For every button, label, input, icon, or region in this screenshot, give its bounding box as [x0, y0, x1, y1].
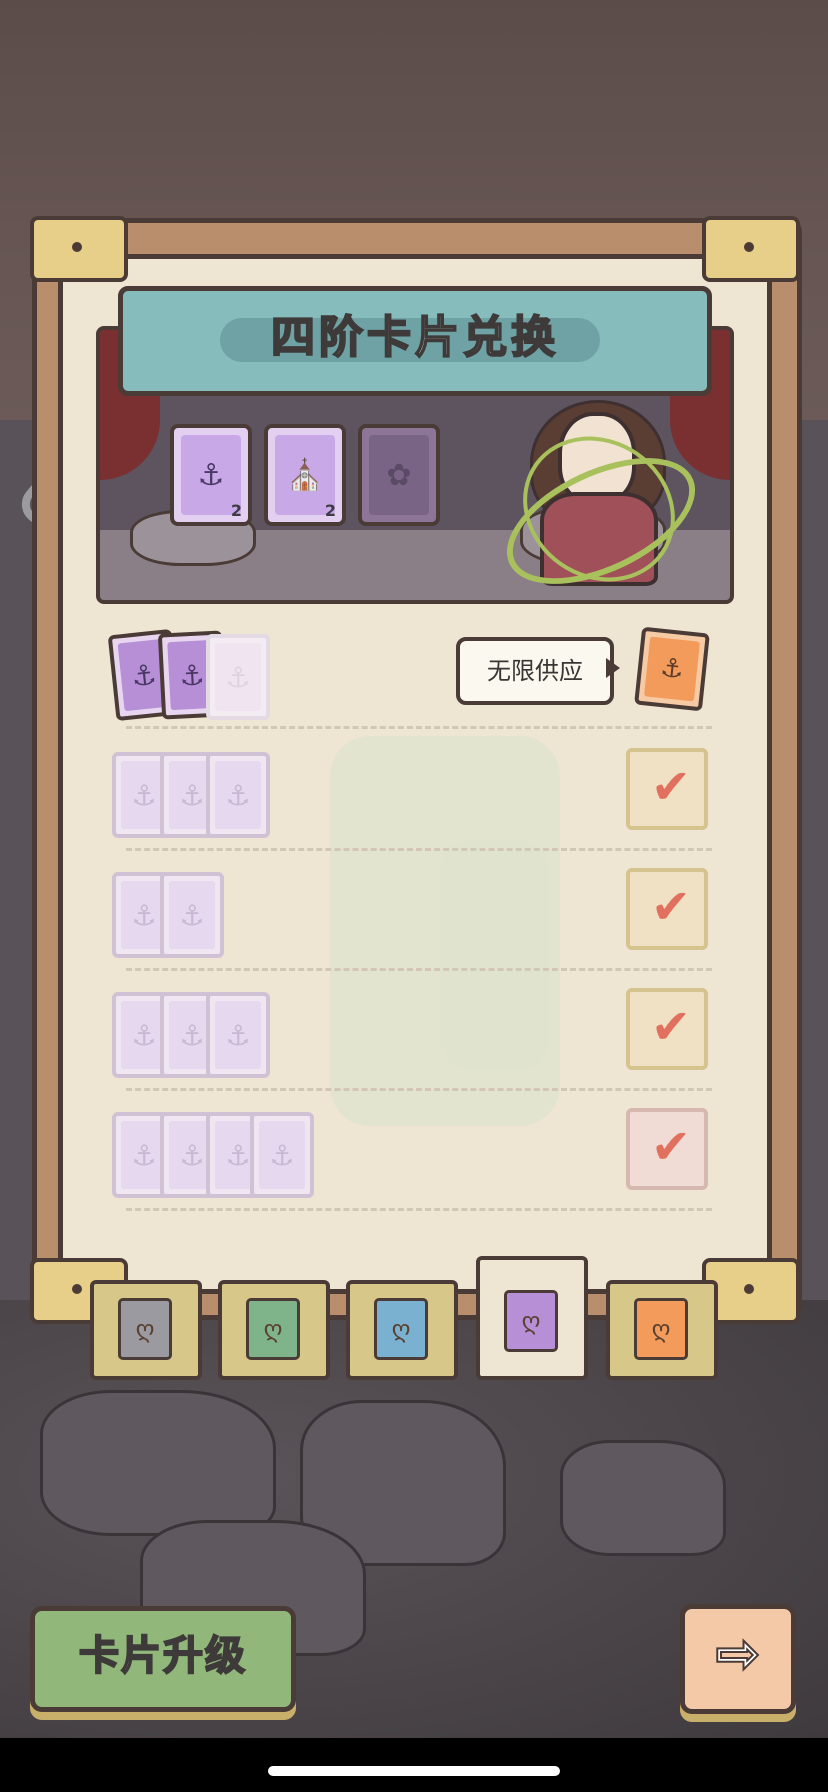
anchor-icon: ⚓: [644, 636, 700, 702]
check-icon: ✔: [650, 1119, 692, 1175]
tab-blue[interactable]: ღ: [346, 1280, 458, 1380]
home-indicator[interactable]: [268, 1766, 560, 1776]
tab-purple[interactable]: ღ: [476, 1256, 588, 1380]
anchor-icon: ⚓: [215, 1001, 261, 1069]
rock: [560, 1440, 726, 1556]
card-tier-icon: ღ: [374, 1298, 428, 1360]
ingredient-count: 2: [324, 501, 336, 520]
arrow-right-icon[interactable]: ⇨: [680, 1604, 796, 1714]
ingredient-card-palace[interactable]: ⛪ 2: [264, 424, 346, 526]
exchange-card: ⚓: [250, 1112, 314, 1198]
card-upgrade-label[interactable]: 卡片升级: [30, 1606, 296, 1712]
ingredient-card-anchor[interactable]: ⚓ 2: [170, 424, 252, 526]
row-divider: [126, 726, 712, 729]
tab-orange[interactable]: ღ: [606, 1280, 718, 1380]
check-icon: ✔: [650, 999, 692, 1055]
claimed-reward[interactable]: ✔: [626, 868, 708, 950]
system-bottom-bar: [0, 1738, 828, 1792]
row-divider: [126, 1208, 712, 1211]
claimed-reward[interactable]: ✔: [626, 988, 708, 1070]
island-map-watermark: [440, 840, 550, 1070]
exchange-card: ⚓: [206, 752, 270, 838]
check-icon: ✔: [650, 759, 692, 815]
anchor-icon: ⚓: [259, 1121, 305, 1189]
reward-card-orange[interactable]: ⚓: [634, 626, 710, 712]
frame-corner: [30, 216, 128, 282]
page-title: 四阶卡片兑换: [270, 311, 559, 364]
check-icon: ✔: [650, 879, 692, 935]
anchor-icon: ⚓: [215, 643, 261, 711]
card-tier-icon: ღ: [504, 1290, 558, 1352]
ingredient-count: 2: [230, 501, 242, 520]
rock: [40, 1390, 276, 1536]
row-divider: [126, 848, 712, 851]
ingredient-card-wreath[interactable]: ✿: [358, 424, 440, 526]
anchor-icon: ⚓: [215, 761, 261, 829]
card-tier-icon: ღ: [118, 1298, 172, 1360]
row-divider: [126, 968, 712, 971]
anchor-icon: ⚓: [169, 881, 215, 949]
exchange-card: ⚓: [160, 872, 224, 958]
exchange-card: ⚓: [206, 992, 270, 1078]
tooltip-tail: [606, 658, 620, 678]
tab-gray[interactable]: ღ: [90, 1280, 202, 1380]
tab-green[interactable]: ღ: [218, 1280, 330, 1380]
claimed-reward[interactable]: ✔: [626, 748, 708, 830]
frame-corner: [702, 216, 800, 282]
hero-character: [480, 400, 715, 611]
claimed-reward[interactable]: ✔: [626, 1108, 708, 1190]
card-tier-icon: ღ: [634, 1298, 688, 1360]
row-divider: [126, 1088, 712, 1091]
supply-tooltip: 无限供应: [456, 637, 614, 705]
card-tier-icon: ღ: [246, 1298, 300, 1360]
exchange-card-missing: ⚓: [206, 634, 270, 720]
wreath-icon: ✿: [369, 435, 429, 515]
